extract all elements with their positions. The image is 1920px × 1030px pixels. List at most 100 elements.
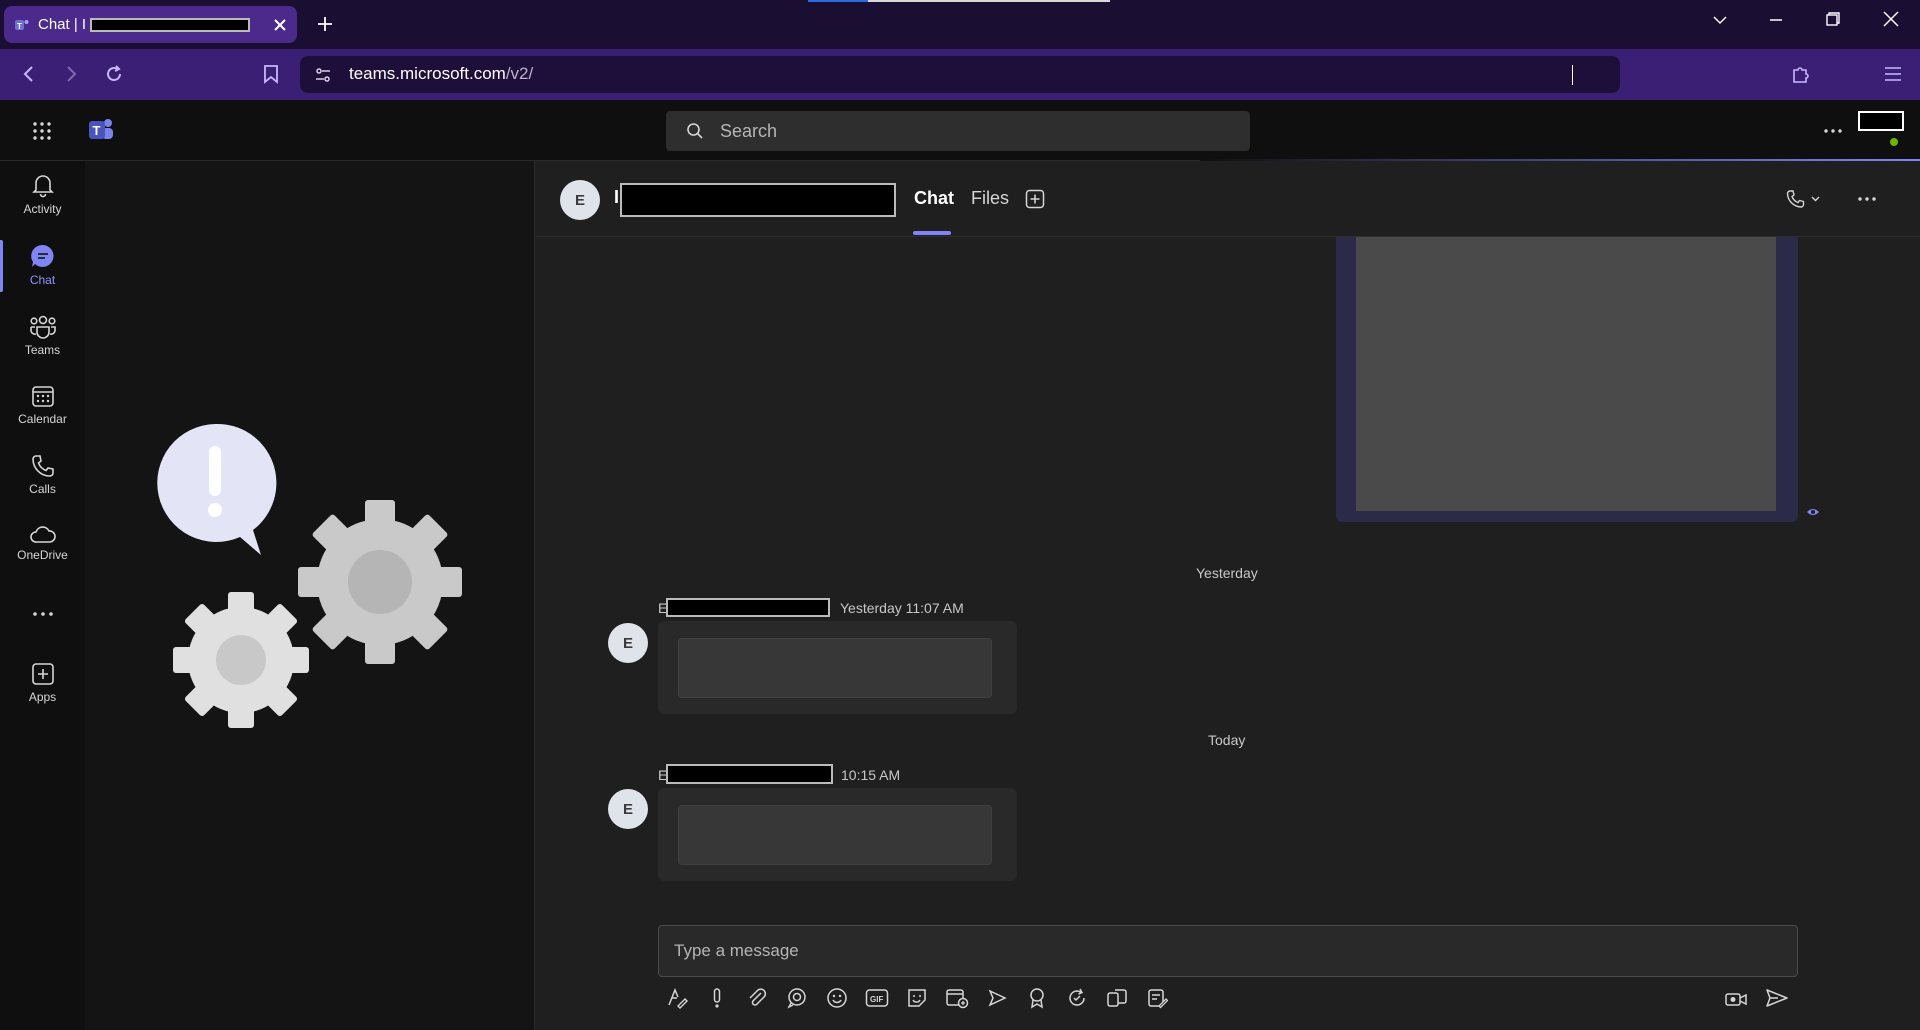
sticker-icon[interactable] (904, 985, 930, 1011)
attach-icon[interactable] (744, 985, 770, 1011)
sender-avatar[interactable]: E (608, 623, 648, 663)
error-illustration (155, 420, 475, 740)
rail-label-calendar: Calendar (18, 412, 67, 426)
call-dropdown-icon[interactable] (1786, 189, 1824, 209)
emoji-icon[interactable] (824, 985, 850, 1011)
chat-more-options-icon[interactable] (1858, 197, 1876, 201)
approvals-icon[interactable] (1064, 985, 1090, 1011)
svg-text:GIF: GIF (870, 995, 883, 1004)
bookmark-icon[interactable] (263, 64, 279, 84)
teams-favicon-icon: T (14, 17, 30, 33)
reload-icon[interactable] (104, 64, 124, 84)
received-message-bubble[interactable] (658, 788, 1017, 881)
close-tab-icon[interactable] (273, 18, 287, 32)
text-cursor (1572, 65, 1573, 85)
rail-item-chat[interactable]: Chat (0, 234, 85, 296)
tab-files[interactable]: Files (971, 188, 1009, 209)
back-icon[interactable] (20, 65, 38, 83)
gif-icon[interactable]: GIF (864, 985, 890, 1011)
rail-item-teams[interactable]: Teams (0, 304, 85, 366)
read-receipt-icon (1806, 505, 1820, 519)
restore-icon[interactable] (1825, 11, 1841, 27)
rail-item-onedrive[interactable]: OneDrive (0, 513, 85, 575)
message-attachment[interactable] (678, 805, 992, 865)
forward-icon[interactable] (62, 65, 80, 83)
message-timestamp: Yesterday 11:07 AM (840, 600, 964, 616)
cloud-icon (29, 526, 57, 544)
extensions-icon[interactable] (1790, 64, 1810, 84)
important-icon[interactable] (704, 985, 730, 1011)
redacted-sender-name (666, 764, 833, 784)
message-attachment[interactable] (678, 638, 992, 698)
received-message-bubble[interactable] (658, 621, 1017, 714)
teams-people-icon (29, 313, 57, 339)
url-path: /v2/ (505, 64, 534, 83)
contact-avatar[interactable]: E (560, 180, 600, 220)
tab-chat[interactable]: Chat (914, 188, 954, 209)
send-icon[interactable] (1764, 985, 1790, 1011)
more-apps-icon[interactable] (33, 612, 53, 616)
presence-available-icon (1888, 136, 1900, 148)
sender-avatar[interactable]: E (608, 789, 648, 829)
calendar-icon (31, 384, 55, 408)
rail-label-teams: Teams (24, 343, 61, 357)
chat-icon (30, 243, 56, 269)
add-tab-icon[interactable] (1025, 189, 1045, 209)
window-close-icon[interactable] (1882, 10, 1900, 28)
redacted-block (1858, 111, 1904, 131)
format-icon[interactable] (664, 985, 690, 1011)
search-box[interactable]: Search (666, 111, 1250, 151)
settings-more-icon[interactable] (1824, 129, 1842, 133)
active-tab-underline (913, 231, 951, 235)
message-timestamp: 10:15 AM (841, 767, 901, 783)
redacted-block (90, 17, 251, 32)
apps-messaging-icon[interactable] (1104, 985, 1130, 1011)
loop-component-icon[interactable] (784, 985, 810, 1011)
browser-tab-bar: T Chat | I (0, 0, 1920, 49)
contact-name-prefix: I (614, 187, 620, 207)
rail-label-chat: Chat (29, 273, 56, 287)
svg-text:T: T (93, 123, 101, 138)
tab-loading-indicator (808, 0, 868, 2)
stream-icon[interactable] (984, 985, 1010, 1011)
browser-tab[interactable]: T Chat | I (4, 6, 297, 43)
browser-menu-icon[interactable] (1884, 66, 1902, 82)
rail-item-calls[interactable]: Calls (0, 444, 85, 506)
praise-icon[interactable] (1024, 985, 1050, 1011)
minimize-icon[interactable] (1768, 12, 1784, 28)
browser-tab-title: Chat | I (38, 16, 87, 33)
rail-item-calendar[interactable]: Calendar (0, 374, 85, 436)
redacted-contact-name (620, 183, 896, 217)
redacted-sender-name (666, 598, 830, 617)
svg-text:T: T (17, 22, 22, 31)
video-clip-icon[interactable] (1724, 985, 1750, 1011)
search-placeholder: Search (720, 120, 778, 141)
bell-icon (31, 172, 55, 198)
rail-label-onedrive: OneDrive (17, 548, 68, 562)
message-composer[interactable]: Type a message (658, 925, 1798, 977)
teams-logo-icon: T (87, 117, 115, 143)
profile-avatar[interactable] (1858, 111, 1906, 149)
rail-item-activity[interactable]: Activity (0, 163, 85, 225)
composer-placeholder: Type a message (674, 941, 799, 960)
day-divider-yesterday: Yesterday (1196, 565, 1258, 581)
new-tab-icon[interactable] (316, 15, 334, 33)
phone-icon (31, 454, 55, 478)
add-app-icon (31, 662, 55, 686)
rail-label-apps: Apps (28, 690, 57, 704)
rail-label-activity: Activity (23, 202, 62, 216)
sent-image-preview[interactable] (1356, 237, 1776, 511)
tab-loading-indicator-track (868, 0, 1110, 2)
app-launcher-icon[interactable] (32, 121, 52, 141)
day-divider-today: Today (1208, 732, 1246, 748)
sent-message-bubble[interactable] (1336, 237, 1798, 522)
schedule-meeting-icon[interactable] (944, 985, 970, 1011)
url-host: teams.microsoft.com (349, 64, 506, 83)
updates-icon[interactable] (1144, 985, 1170, 1011)
search-icon (686, 122, 704, 140)
rail-item-apps[interactable]: Apps (0, 652, 85, 714)
url-text[interactable]: teams.microsoft.com/v2/ (349, 64, 533, 84)
tab-search-icon[interactable] (1712, 12, 1728, 28)
rail-label-calls: Calls (29, 482, 56, 496)
site-info-icon[interactable] (314, 66, 332, 84)
